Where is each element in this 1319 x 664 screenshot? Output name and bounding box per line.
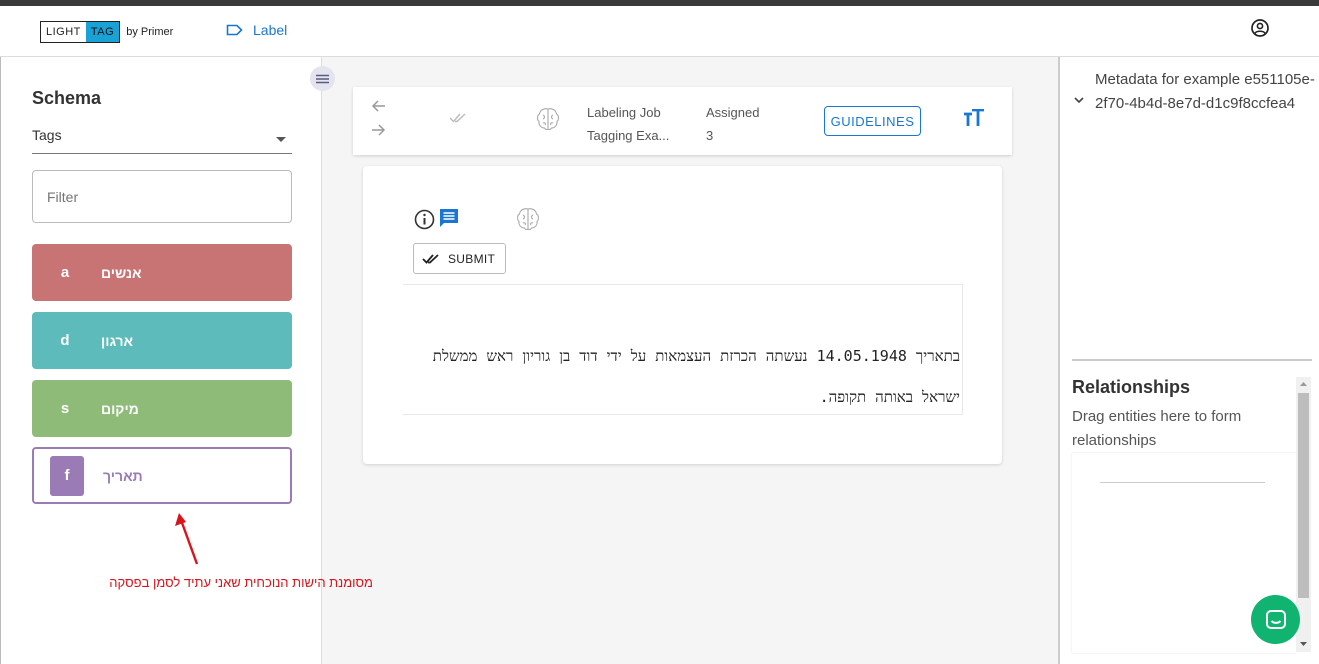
right-panel: Metadata for example e551105e-2f70-4b4d-… [1058,57,1319,664]
text-line[interactable]: ישראל באותה תקופה. [390,377,960,418]
tag-name: מיקום [101,400,139,417]
brain-icon[interactable] [535,106,561,132]
filter-input[interactable] [32,170,292,223]
next-arrow-icon[interactable] [371,123,386,140]
schema-select-value: Tags [32,127,62,143]
schema-sidebar: Schema Tags a אנשים d ארגון s מיקום f תא… [0,57,373,664]
info-icon[interactable] [414,209,435,230]
scroll-down-icon[interactable] [1296,639,1311,649]
annotation-arrow-icon [175,513,199,565]
guidelines-button[interactable]: GUIDELINES [824,106,921,136]
assigned-value: 3 [706,128,714,143]
panel-divider [1072,359,1312,361]
check-all-icon [422,253,439,264]
tag-hotkey: s [60,400,70,417]
text-line[interactable]: בתאריך 14.05.1948 נעשתה הכרזת העצמאות על… [390,336,960,377]
labeling-job-label: Labeling Job [587,105,661,120]
submit-button[interactable]: SUBMIT [413,243,506,274]
scroll-up-icon[interactable] [1296,379,1311,389]
example-text[interactable]: בתאריך 14.05.1948 נעשתה הכרזת העצמאות על… [390,336,960,418]
tag-name: אנשים [101,264,142,281]
relationships-title: Relationships [1072,377,1191,397]
menu-icon [316,74,329,83]
app-bar: LIGHT TAG by Primer Label [0,6,1319,57]
collapse-sidebar-button[interactable] [310,66,335,91]
example-card: SUBMIT בתאריך 14.05.1948 נעשתה הכרזת העצ… [363,166,1002,464]
metadata-header[interactable]: Metadata for example e551105e-2f70-4b4d-… [1095,68,1315,116]
annotation-text: מסומנת הישות הנוכחית שאני עתיד לסמן בפסק… [109,575,373,590]
logo-box: LIGHT TAG [40,21,121,43]
nav-label-link[interactable]: Label [226,22,287,38]
comment-icon[interactable] [438,208,460,229]
tag-button-s[interactable]: s מיקום [32,380,292,437]
labeling-job-info: Labeling Job Tagging Exa... [587,101,669,147]
assigned-info: Assigned 3 [706,101,759,147]
tag-button-f-selected[interactable]: f תאריך [32,447,292,504]
account-icon[interactable] [1250,18,1270,38]
logo-light: LIGHT [46,26,81,38]
caret-down-icon [276,137,286,142]
tag-hotkey: a [60,264,70,281]
tag-name: ארגון [101,332,134,349]
schema-select[interactable]: Tags [32,127,292,154]
logo-by: by Primer [126,26,174,38]
nav-label-text: Label [253,22,288,38]
drop-zone-divider [1100,482,1265,483]
chat-icon [1265,609,1286,629]
example-text-box[interactable]: בתאריך 14.05.1948 נעשתה הכרזת העצמאות על… [403,284,963,415]
schema-title: Schema [32,88,102,108]
tag-hotkey: f [50,455,84,496]
tag-hotkey: d [60,332,70,349]
assigned-label: Assigned [706,105,760,120]
submit-label: SUBMIT [448,251,496,266]
labeling-toolbar: Labeling Job Tagging Exa... Assigned 3 G… [353,87,1012,155]
done-all-icon[interactable] [449,112,467,124]
tag-name: תאריך [103,467,143,484]
tag-button-d[interactable]: d ארגון [32,312,292,369]
chevron-down-icon[interactable] [1074,97,1084,104]
text-size-icon[interactable] [963,109,985,127]
previous-arrow-icon[interactable] [371,99,386,116]
label-icon [226,24,243,36]
lighttag-logo[interactable]: LIGHT TAG by Primer [40,21,173,43]
tag-button-a[interactable]: a אנשים [32,244,292,301]
logo-tag: TAG [85,22,120,42]
chat-launcher-button[interactable] [1251,595,1300,644]
scrollbar-thumb[interactable] [1298,393,1309,598]
brain-icon[interactable] [515,206,541,232]
relationships-subtitle: Drag entities here to form relationships [1072,408,1242,449]
labeling-job-value: Tagging Exa... [587,128,670,143]
